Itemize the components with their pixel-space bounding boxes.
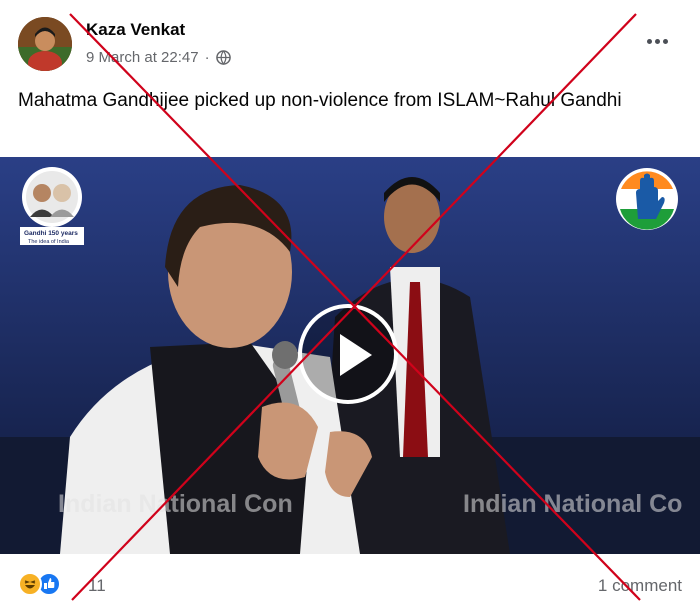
author-avatar[interactable] xyxy=(18,17,72,71)
more-dot xyxy=(662,38,668,44)
watermark-left: Indian National Con xyxy=(58,490,293,518)
logo-left-text: Gandhi 150 years xyxy=(24,230,78,237)
more-options-icon[interactable] xyxy=(640,30,674,52)
comments-link[interactable]: 1 comment xyxy=(560,576,682,596)
thumbs-up xyxy=(44,578,55,589)
facebook-post: Kaza Venkat 9 March at 22:47 · Mahatma G… xyxy=(0,0,700,611)
haha-face xyxy=(24,580,36,589)
more-dot xyxy=(646,38,652,44)
more-dot xyxy=(654,38,660,44)
post-meta: 9 March at 22:47 · xyxy=(86,49,231,66)
reaction-count[interactable]: 11 xyxy=(88,576,106,596)
haha-reaction-icon xyxy=(18,572,42,596)
avatar-image xyxy=(18,17,72,71)
post-timestamp[interactable]: 9 March at 22:47 xyxy=(86,49,199,66)
logo-left-subtext: The idea of India xyxy=(28,239,70,245)
congress-hand-logo xyxy=(616,168,678,230)
post-text: Mahatma Gandhijee picked up non-violence… xyxy=(18,90,622,111)
play-button-icon[interactable] xyxy=(298,304,398,404)
watermark-right: Indian National Co xyxy=(463,490,683,518)
author-name[interactable]: Kaza Venkat xyxy=(86,20,185,40)
reaction-icons[interactable] xyxy=(18,572,61,596)
globe-icon xyxy=(215,50,231,65)
meta-separator: · xyxy=(204,49,210,66)
